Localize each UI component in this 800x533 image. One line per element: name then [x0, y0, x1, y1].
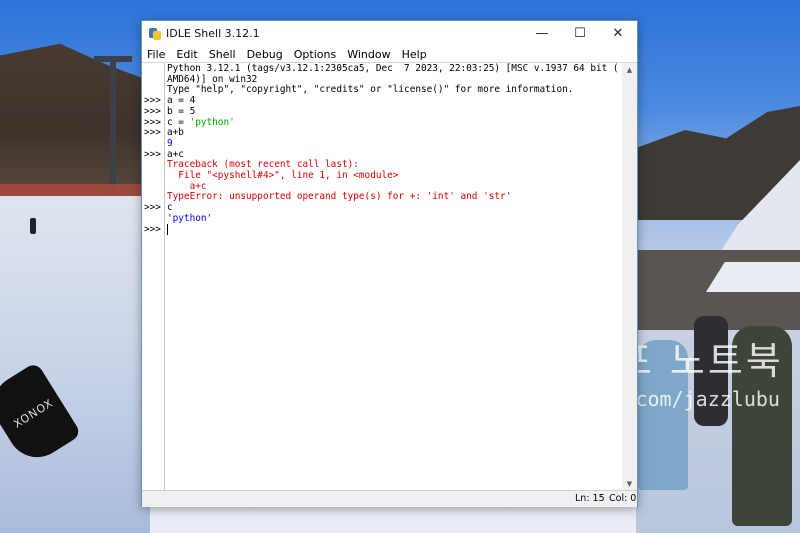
lift-tower: [110, 60, 116, 200]
menu-window[interactable]: Window: [347, 48, 390, 61]
input-line: b = 5: [167, 106, 195, 117]
shell-banner-line: Type "help", "copyright", "credits" or "…: [167, 84, 574, 96]
error-line: Traceback (most recent call last):: [167, 159, 359, 170]
shell-prompt: >>>: [144, 127, 161, 139]
scroll-up-arrow-icon[interactable]: ▲: [622, 63, 637, 77]
snow-slope-left: [0, 196, 150, 533]
error-line: a+c: [167, 181, 207, 192]
shell-prompt: >>>: [144, 105, 161, 117]
string-literal: 'python': [189, 116, 235, 128]
text-cursor: [167, 223, 168, 235]
shell-prompt: >>>: [144, 116, 161, 128]
line-text: c: [167, 202, 173, 214]
menu-bar: File Edit Shell Debug Options Window Hel…: [142, 46, 637, 62]
scroll-down-arrow-icon[interactable]: ▼: [622, 477, 637, 491]
input-line: c = 'python': [167, 117, 235, 128]
line-text: 9: [167, 137, 173, 149]
line-text: a+c: [167, 180, 207, 192]
minimize-button[interactable]: —: [523, 21, 561, 46]
line-text: c =: [167, 116, 190, 128]
output-line: 9: [167, 138, 173, 149]
input-line: a = 4: [167, 95, 195, 106]
ski-resort-scene: [636, 0, 800, 533]
idle-shell-window[interactable]: IDLE Shell 3.12.1 — ☐ ✕ File Edit Shell …: [141, 20, 638, 507]
line-text: 'python': [167, 212, 213, 224]
shell-prompt: >>>: [144, 148, 161, 160]
window-title: IDLE Shell 3.12.1: [166, 27, 260, 40]
close-button[interactable]: ✕: [599, 21, 637, 46]
title-bar[interactable]: IDLE Shell 3.12.1 — ☐ ✕: [142, 21, 637, 46]
input-line: a+b: [167, 127, 184, 138]
status-column: Col: 0: [609, 493, 637, 504]
shell-text-area[interactable]: Python 3.12.1 (tags/v3.12.1:2305ca5, Dec…: [167, 63, 622, 491]
idle-python-icon: [149, 27, 161, 40]
line-text: TypeError: unsupported operand type(s) f…: [167, 191, 512, 203]
line-text: a+b: [167, 127, 184, 139]
error-line: TypeError: unsupported operand type(s) f…: [167, 191, 511, 202]
line-text: b = 5: [167, 105, 196, 117]
menu-edit[interactable]: Edit: [176, 48, 197, 61]
menu-debug[interactable]: Debug: [247, 48, 283, 61]
line-text: a = 4: [167, 95, 196, 107]
shell-banner-line: AMD64)] on win32: [167, 73, 258, 85]
snowboard-brand: XONOX: [11, 396, 56, 431]
shell-prompt: >>>: [144, 95, 161, 107]
input-line: [167, 223, 168, 235]
status-bar: Ln: 15 Col: 0: [142, 490, 637, 507]
shell-editor[interactable]: Python 3.12.1 (tags/v3.12.1:2305ca5, Dec…: [142, 62, 637, 491]
shell-banner-line: Python 3.12.1 (tags/v3.12.1:2305ca5, Dec…: [167, 63, 619, 74]
vertical-scrollbar[interactable]: ▲ ▼: [622, 63, 637, 491]
error-line: File "<pyshell#4>", line 1, in <module>: [167, 170, 398, 181]
shell-prompt: >>>: [144, 223, 161, 235]
menu-shell[interactable]: Shell: [209, 48, 236, 61]
input-line: c: [167, 202, 173, 213]
status-line: Ln: 15: [575, 493, 605, 504]
menu-options[interactable]: Options: [294, 48, 336, 61]
line-text: a+c: [167, 148, 184, 160]
input-line: a+c: [167, 149, 184, 160]
line-text: Traceback (most recent call last):: [167, 159, 359, 171]
shell-prompt: >>>: [144, 202, 161, 214]
output-line: 'python': [167, 213, 212, 224]
maximize-button[interactable]: ☐: [561, 21, 599, 46]
line-text: File "<pyshell#4>", line 1, in <module>: [167, 170, 399, 181]
menu-help[interactable]: Help: [402, 48, 427, 61]
distant-skier: [30, 218, 36, 234]
menu-file[interactable]: File: [147, 48, 165, 61]
